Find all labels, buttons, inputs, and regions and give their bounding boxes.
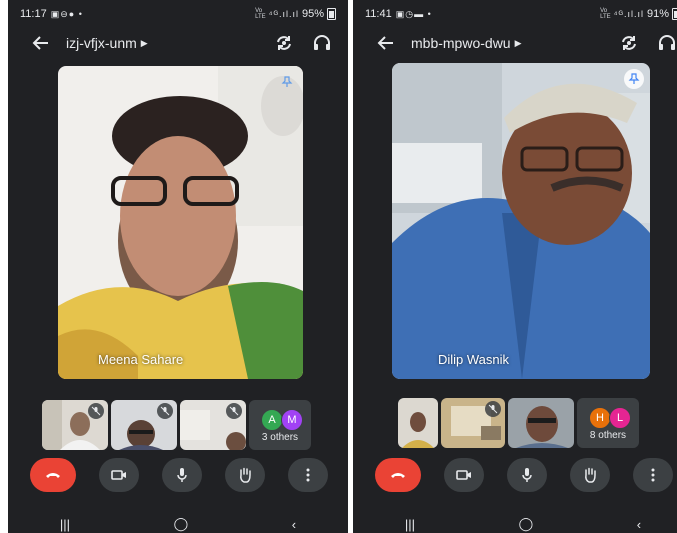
avatar: H xyxy=(589,407,611,429)
participant-strip: A M 3 others xyxy=(42,400,311,450)
participant-strip: H L 8 others xyxy=(398,398,639,448)
notification-icons: ▣⊖● • xyxy=(50,8,83,19)
hang-up-icon xyxy=(46,473,60,478)
battery-icon xyxy=(672,8,677,20)
others-count: 3 others xyxy=(261,432,299,443)
more-options-button[interactable] xyxy=(633,458,673,492)
switch-camera-icon[interactable] xyxy=(274,33,294,53)
switch-camera-icon[interactable] xyxy=(619,33,639,53)
home-icon[interactable]: ◯ xyxy=(174,516,189,532)
meeting-title[interactable]: izj-vfjx-unm ▶ xyxy=(66,35,148,51)
home-icon[interactable]: ◯ xyxy=(519,516,534,532)
participant-thumbnail[interactable] xyxy=(441,398,505,448)
participant-thumbnail[interactable] xyxy=(111,400,177,450)
camera-toggle-button[interactable] xyxy=(99,458,139,492)
status-bar: 11:41 ▣◷▬ • Vo LTE ⁴ᴳ.ıl.ıl 91% xyxy=(365,6,677,22)
main-video-tile[interactable]: Meena Sahare xyxy=(58,66,303,379)
others-count: 8 others xyxy=(589,430,627,441)
speaker-name: Dilip Wasnik xyxy=(438,352,510,367)
nav-back-icon[interactable]: ‹ xyxy=(292,517,296,532)
system-nav-bar: ||| ◯ ‹ xyxy=(8,515,348,533)
battery-icon xyxy=(327,8,336,20)
participant-thumbnail[interactable] xyxy=(180,400,246,450)
nav-back-icon[interactable]: ‹ xyxy=(637,517,641,532)
avatar: M xyxy=(281,409,303,431)
call-controls xyxy=(375,458,673,492)
video-camera-icon xyxy=(456,470,471,480)
app-bar: mbb-mpwo-dwu ▶ xyxy=(353,28,677,58)
status-time: 11:41 xyxy=(365,8,392,20)
battery-percent: 91% xyxy=(646,8,669,20)
meeting-title[interactable]: mbb-mpwo-dwu ▶ xyxy=(411,35,522,51)
recent-apps-icon[interactable]: ||| xyxy=(60,517,70,532)
participant-video xyxy=(508,398,574,448)
others-tile[interactable]: A M 3 others xyxy=(249,400,311,450)
end-call-button[interactable] xyxy=(375,458,421,492)
participant-thumbnail[interactable] xyxy=(42,400,108,450)
volte-icon: Vo LTE xyxy=(600,8,611,20)
call-screen-right: 11:41 ▣◷▬ • Vo LTE ⁴ᴳ.ıl.ıl 91% mbb-mpwo-… xyxy=(353,0,677,533)
hand-icon xyxy=(585,467,596,483)
headphones-icon[interactable] xyxy=(657,33,677,53)
system-nav-bar: ||| ◯ ‹ xyxy=(353,515,677,533)
mic-toggle-button[interactable] xyxy=(507,458,547,492)
camera-toggle-button[interactable] xyxy=(444,458,484,492)
mic-off-icon xyxy=(485,401,501,417)
main-video-tile[interactable]: Dilip Wasnik xyxy=(392,63,650,379)
microphone-icon xyxy=(522,468,532,482)
call-screen-left: 11:17 ▣⊖● • Vo LTE ⁴ᴳ.ıl.ıl 95% izj-vfjx-… xyxy=(8,0,348,533)
avatar: L xyxy=(609,407,631,429)
mic-off-icon xyxy=(88,403,104,419)
end-call-button[interactable] xyxy=(30,458,76,492)
mic-off-icon xyxy=(226,403,242,419)
mic-off-icon xyxy=(157,403,173,419)
back-arrow-icon[interactable] xyxy=(30,34,50,52)
pin-icon[interactable] xyxy=(277,72,297,92)
participant-video xyxy=(58,66,303,379)
mic-toggle-button[interactable] xyxy=(162,458,202,492)
more-vert-icon xyxy=(651,468,655,482)
participant-video xyxy=(392,63,650,379)
signal-icon: ⁴ᴳ.ıl.ıl xyxy=(268,9,299,19)
participant-thumbnail[interactable] xyxy=(508,398,574,448)
status-time: 11:17 xyxy=(20,8,47,20)
meeting-code: izj-vfjx-unm xyxy=(66,35,137,51)
speaker-name: Meena Sahare xyxy=(98,352,184,367)
chevron-right-icon: ▶ xyxy=(140,38,148,48)
pin-icon[interactable] xyxy=(624,69,644,89)
participant-video xyxy=(398,398,438,448)
back-arrow-icon[interactable] xyxy=(375,34,395,52)
call-controls xyxy=(30,458,328,492)
hang-up-icon xyxy=(391,473,405,478)
hand-icon xyxy=(240,467,251,483)
battery-percent: 95% xyxy=(301,8,324,20)
recent-apps-icon[interactable]: ||| xyxy=(405,517,415,532)
status-bar: 11:17 ▣⊖● • Vo LTE ⁴ᴳ.ıl.ıl 95% xyxy=(20,6,336,22)
chevron-right-icon: ▶ xyxy=(514,38,522,48)
avatar: A xyxy=(261,409,283,431)
volte-icon: Vo LTE xyxy=(255,8,266,20)
raise-hand-button[interactable] xyxy=(570,458,610,492)
signal-icon: ⁴ᴳ.ıl.ıl xyxy=(613,9,644,19)
more-options-button[interactable] xyxy=(288,458,328,492)
notification-icons: ▣◷▬ • xyxy=(395,8,432,19)
others-tile[interactable]: H L 8 others xyxy=(577,398,639,448)
microphone-icon xyxy=(177,468,187,482)
participant-thumbnail[interactable] xyxy=(398,398,438,448)
more-vert-icon xyxy=(306,468,310,482)
headphones-icon[interactable] xyxy=(312,33,332,53)
raise-hand-button[interactable] xyxy=(225,458,265,492)
meeting-code: mbb-mpwo-dwu xyxy=(411,35,511,51)
app-bar: izj-vfjx-unm ▶ xyxy=(8,28,348,58)
video-camera-icon xyxy=(111,470,126,480)
